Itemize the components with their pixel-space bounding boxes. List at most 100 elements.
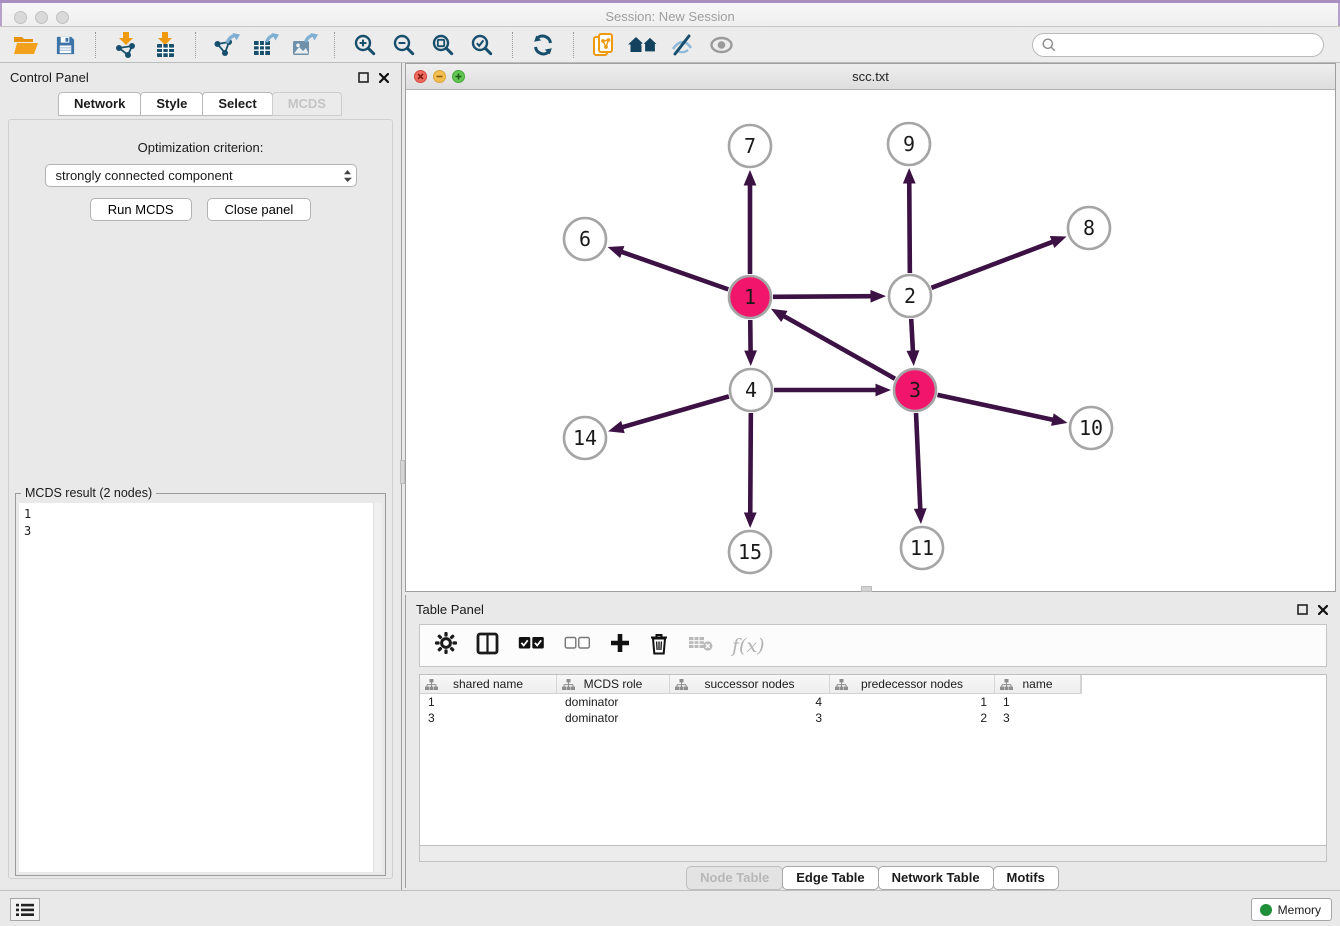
tab-network-table[interactable]: Network Table bbox=[878, 866, 994, 890]
table-cell[interactable]: 3 bbox=[670, 710, 830, 726]
table-cell[interactable]: 1 bbox=[830, 694, 995, 710]
add-row-icon[interactable] bbox=[610, 633, 630, 658]
svg-text:1: 1 bbox=[744, 285, 756, 309]
edge-arrowhead bbox=[744, 170, 757, 186]
table-panel-title: Table Panel bbox=[416, 602, 1297, 617]
edge-arrowhead bbox=[903, 168, 916, 184]
edge-3-10[interactable] bbox=[937, 395, 1054, 420]
table-settings-icon[interactable] bbox=[435, 632, 457, 659]
node-2[interactable]: 2 bbox=[889, 275, 931, 317]
svg-text:15: 15 bbox=[738, 540, 762, 564]
table-cell[interactable]: 3 bbox=[995, 710, 1081, 726]
import-table-icon[interactable] bbox=[149, 30, 181, 60]
network-view-window: scc.txt 1234678910111415 bbox=[405, 63, 1336, 592]
result-scrollbar[interactable] bbox=[373, 503, 382, 872]
node-4[interactable]: 4 bbox=[730, 369, 772, 411]
tab-edge-table[interactable]: Edge Table bbox=[782, 866, 878, 890]
close-panel-icon[interactable] bbox=[1318, 605, 1328, 615]
tab-node-table[interactable]: Node Table bbox=[686, 866, 783, 890]
search-box[interactable] bbox=[1032, 33, 1324, 57]
edge-3-1[interactable] bbox=[783, 315, 895, 378]
node-8[interactable]: 8 bbox=[1068, 207, 1110, 249]
table-cell[interactable]: dominator bbox=[557, 694, 670, 710]
table-cell[interactable]: 3 bbox=[420, 710, 557, 726]
deselect-all-rows-icon[interactable] bbox=[564, 636, 591, 655]
toggle-column-panel-icon[interactable] bbox=[476, 632, 499, 660]
edge-2-9[interactable] bbox=[909, 181, 910, 273]
tab-mcds[interactable]: MCDS bbox=[272, 92, 342, 116]
edge-4-14[interactable] bbox=[621, 396, 729, 427]
hide-selected-icon[interactable] bbox=[666, 30, 698, 60]
delete-row-icon[interactable] bbox=[649, 632, 669, 660]
node-table[interactable]: shared nameMCDS rolesuccessor nodesprede… bbox=[419, 674, 1327, 846]
export-image-icon[interactable] bbox=[288, 30, 320, 60]
zoom-selected-icon[interactable] bbox=[466, 30, 498, 60]
node-9[interactable]: 9 bbox=[888, 123, 930, 165]
criterion-dropdown[interactable]: strongly connected component bbox=[45, 164, 357, 187]
node-3[interactable]: 3 bbox=[894, 369, 936, 411]
fit-content-icon[interactable] bbox=[427, 30, 459, 60]
edge-4-15[interactable] bbox=[750, 413, 751, 515]
float-panel-icon[interactable] bbox=[1297, 604, 1308, 615]
zoom-in-icon[interactable] bbox=[349, 30, 381, 60]
task-history-button[interactable] bbox=[10, 898, 40, 921]
node-1[interactable]: 1 bbox=[729, 276, 771, 318]
close-panel-button[interactable]: Close panel bbox=[207, 198, 312, 221]
main-toolbar bbox=[0, 28, 1340, 63]
table-cell[interactable]: 4 bbox=[670, 694, 830, 710]
column-header-name[interactable]: name bbox=[995, 675, 1081, 693]
table-cell[interactable]: 1 bbox=[420, 694, 557, 710]
edge-2-8[interactable] bbox=[932, 241, 1054, 288]
column-header-successor-nodes[interactable]: successor nodes bbox=[670, 675, 830, 693]
edge-arrowhead bbox=[914, 508, 927, 524]
column-header-MCDS-role[interactable]: MCDS role bbox=[557, 675, 670, 693]
table-cell[interactable]: 2 bbox=[830, 710, 995, 726]
table-cell[interactable]: dominator bbox=[557, 710, 670, 726]
mcds-result-text[interactable]: 13 bbox=[19, 503, 382, 872]
toolbar-separator bbox=[512, 32, 513, 58]
column-header-predecessor-nodes[interactable]: predecessor nodes bbox=[830, 675, 995, 693]
float-panel-icon[interactable] bbox=[358, 72, 369, 83]
save-session-icon[interactable] bbox=[49, 30, 81, 60]
run-mcds-button[interactable]: Run MCDS bbox=[90, 198, 192, 221]
edge-1-2[interactable] bbox=[773, 296, 873, 297]
export-network-icon[interactable] bbox=[210, 30, 242, 60]
node-6[interactable]: 6 bbox=[564, 218, 606, 260]
edge-3-11[interactable] bbox=[916, 413, 920, 511]
tab-motifs[interactable]: Motifs bbox=[993, 866, 1059, 890]
tab-select[interactable]: Select bbox=[202, 92, 272, 116]
apply-layout-icon[interactable] bbox=[527, 30, 559, 60]
column-header-shared-name[interactable]: shared name bbox=[420, 675, 557, 693]
mcds-result-group: MCDS result (2 nodes) 13 bbox=[15, 493, 386, 876]
first-neighbors-icon[interactable] bbox=[627, 30, 659, 60]
import-network-icon[interactable] bbox=[110, 30, 142, 60]
node-7[interactable]: 7 bbox=[729, 125, 771, 167]
network-canvas[interactable]: 1 2 3 4 6 7 8 9 10 11 14 15 bbox=[406, 90, 1335, 591]
close-panel-icon[interactable] bbox=[379, 73, 389, 83]
tab-network[interactable]: Network bbox=[58, 92, 141, 116]
edge-2-3[interactable] bbox=[911, 319, 913, 353]
table-row[interactable]: 3dominator323 bbox=[420, 710, 1326, 726]
search-input[interactable] bbox=[1062, 37, 1314, 54]
node-15[interactable]: 15 bbox=[729, 531, 771, 573]
edge-arrowhead bbox=[1051, 413, 1068, 426]
svg-text:8: 8 bbox=[1083, 216, 1095, 240]
toolbar-separator bbox=[573, 32, 574, 58]
clone-network-icon[interactable] bbox=[588, 30, 620, 60]
memory-button[interactable]: Memory bbox=[1251, 898, 1332, 921]
edge-1-6[interactable] bbox=[620, 251, 728, 289]
node-14[interactable]: 14 bbox=[564, 417, 606, 459]
svg-text:14: 14 bbox=[573, 426, 597, 450]
tab-style[interactable]: Style bbox=[140, 92, 203, 116]
table-hscroll-strip[interactable] bbox=[419, 846, 1327, 862]
node-11[interactable]: 11 bbox=[901, 527, 943, 569]
open-session-icon[interactable] bbox=[10, 30, 42, 60]
select-all-rows-icon[interactable] bbox=[518, 636, 545, 655]
table-row[interactable]: 1dominator411 bbox=[420, 694, 1326, 710]
table-cell[interactable]: 1 bbox=[995, 694, 1081, 710]
node-10[interactable]: 10 bbox=[1070, 407, 1112, 449]
export-table-icon[interactable] bbox=[249, 30, 281, 60]
horizontal-splitter-handle[interactable] bbox=[861, 586, 872, 592]
zoom-out-icon[interactable] bbox=[388, 30, 420, 60]
edge-arrowhead bbox=[744, 512, 757, 528]
